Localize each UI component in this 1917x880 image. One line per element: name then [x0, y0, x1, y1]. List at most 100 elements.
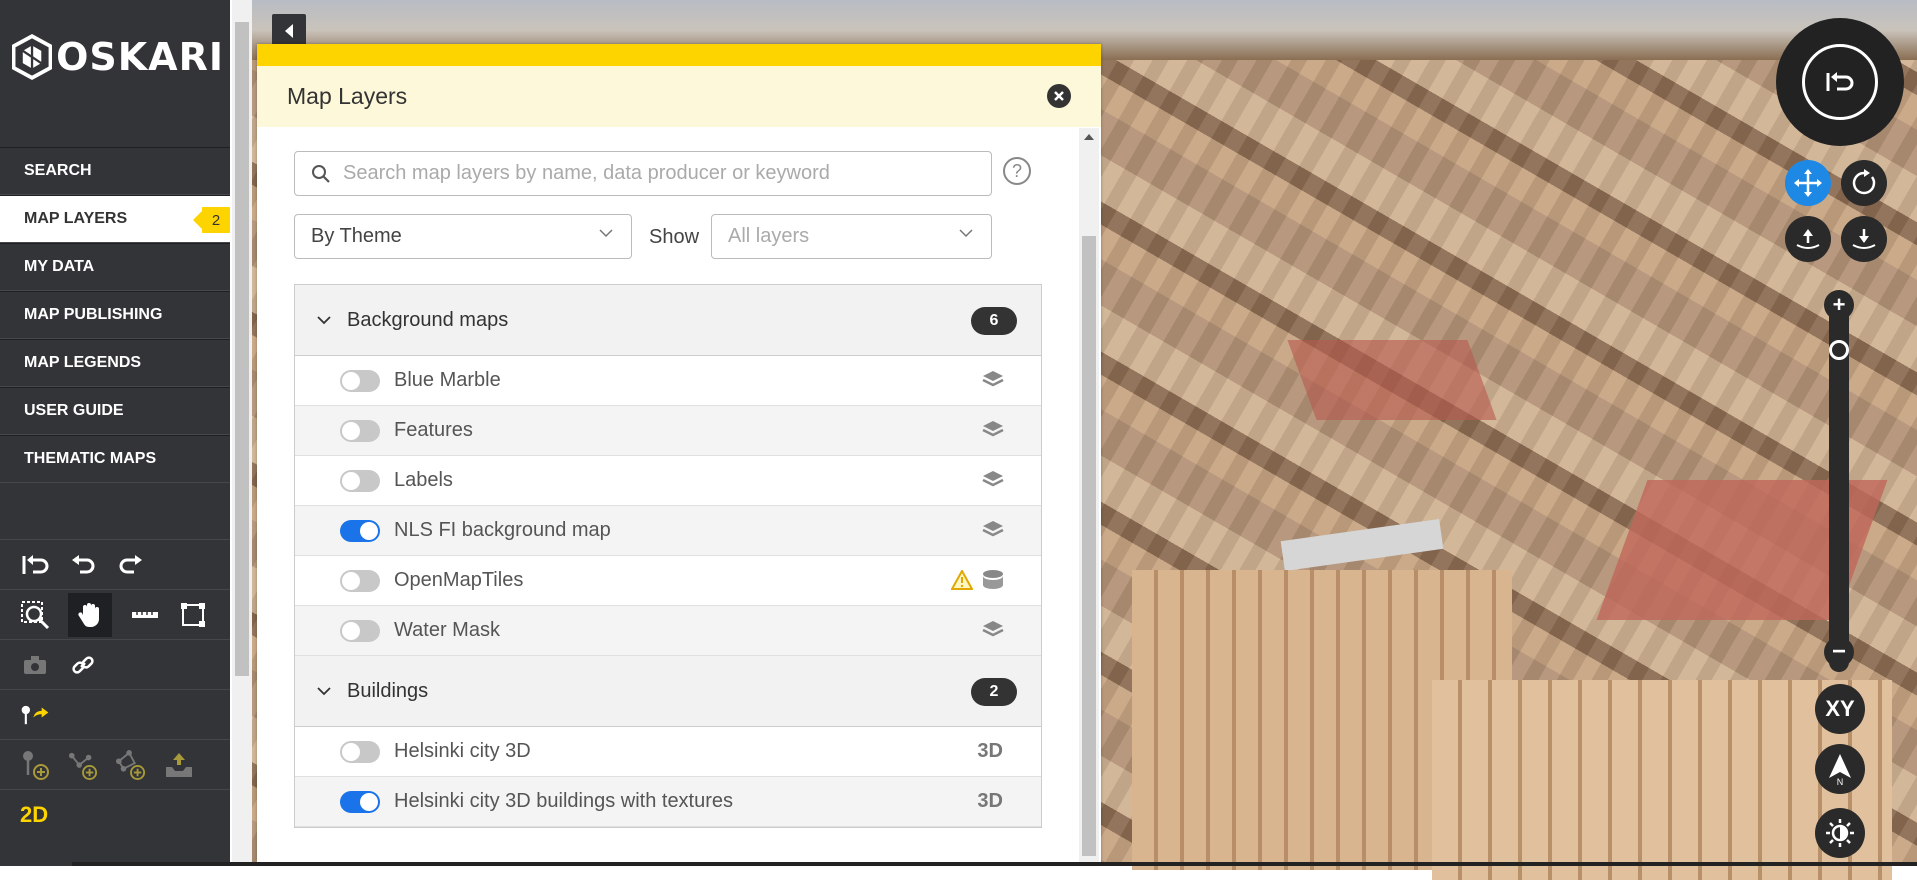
- tool-row-share: [0, 639, 230, 689]
- menu-item-map-publishing[interactable]: MAP PUBLISHING: [0, 291, 230, 339]
- menu-item-label: THEMATIC MAPS: [24, 450, 157, 467]
- rotate-mode-button[interactable]: [1841, 160, 1887, 206]
- bottom-border: [72, 862, 1917, 866]
- zoom-in-button[interactable]: +: [1824, 290, 1854, 320]
- measure-area-icon[interactable]: [178, 600, 208, 630]
- layer-row: Features: [295, 406, 1041, 456]
- help-icon[interactable]: ?: [1003, 157, 1031, 185]
- layer-row: NLS FI background map: [295, 506, 1041, 556]
- layer-row: Helsinki city 3D buildings with textures…: [295, 777, 1041, 827]
- menu-item-user-guide[interactable]: USER GUIDE: [0, 387, 230, 435]
- layer-row: Blue Marble: [295, 356, 1041, 406]
- mode-2d-toggle[interactable]: 2D: [20, 802, 48, 828]
- database-icon[interactable]: [981, 569, 1005, 591]
- layer-toggle[interactable]: [340, 469, 380, 492]
- show-label: Show: [649, 226, 700, 248]
- close-button[interactable]: [1047, 84, 1071, 108]
- compass-ring[interactable]: [1802, 44, 1878, 120]
- menu-item-label: SEARCH: [24, 162, 92, 179]
- tool-row-navigation: [0, 589, 230, 639]
- layer-toggle[interactable]: [340, 619, 380, 642]
- layer-toggle[interactable]: [340, 569, 380, 592]
- layer-name: NLS FI background map: [394, 519, 611, 541]
- import-data-icon[interactable]: [164, 750, 194, 780]
- coordinate-tool-button[interactable]: XY: [1815, 684, 1865, 734]
- add-area-icon[interactable]: [116, 749, 146, 780]
- zoom-box-icon[interactable]: [20, 600, 50, 630]
- layer-name: Features: [394, 419, 473, 441]
- layer-toggle[interactable]: [340, 419, 380, 442]
- layer-group-count: 2: [971, 678, 1017, 706]
- layer-toggle[interactable]: [340, 790, 380, 813]
- tilt-down-button[interactable]: [1841, 216, 1887, 262]
- menu-item-thematic-maps[interactable]: THEMATIC MAPS: [0, 435, 230, 483]
- north-arrow-button[interactable]: N: [1815, 744, 1865, 794]
- page-scrollbar[interactable]: [232, 0, 252, 866]
- pan-hand-icon[interactable]: [68, 592, 112, 637]
- camera-icon[interactable]: [20, 650, 50, 680]
- layer-toggle[interactable]: [340, 369, 380, 392]
- layer-row: Water Mask: [295, 606, 1041, 656]
- scrollbar-thumb[interactable]: [235, 22, 249, 676]
- marker-share-icon[interactable]: [20, 700, 50, 730]
- layer-toggle[interactable]: [340, 519, 380, 542]
- layers-icon[interactable]: [981, 619, 1005, 641]
- menu-item-label: MAP LAYERS: [24, 210, 128, 227]
- add-line-icon[interactable]: [68, 750, 98, 780]
- layer-group-name: Buildings: [347, 679, 429, 702]
- layer-name: Water Mask: [394, 619, 500, 641]
- camera-compass-control[interactable]: [1776, 18, 1904, 146]
- menu-item-map-legends[interactable]: MAP LEGENDS: [0, 339, 230, 387]
- redo-icon[interactable]: [116, 550, 146, 580]
- menu-item-map-layers[interactable]: MAP LAYERS 2: [0, 195, 230, 243]
- layers-icon[interactable]: [981, 469, 1005, 491]
- layers-icon[interactable]: [981, 369, 1005, 391]
- layer-type-3d-label: 3D: [977, 790, 1003, 812]
- zoom-out-button[interactable]: −: [1824, 637, 1854, 667]
- measure-line-icon[interactable]: [130, 600, 160, 630]
- pan-mode-button[interactable]: [1785, 160, 1831, 206]
- time-of-day-button[interactable]: [1815, 808, 1865, 858]
- group-by-select[interactable]: By Theme: [294, 214, 632, 259]
- layer-search-box[interactable]: [294, 151, 992, 196]
- search-input[interactable]: [341, 161, 965, 186]
- map-rooftop: [1287, 340, 1497, 420]
- layer-group-header[interactable]: Buildings 2: [295, 656, 1041, 727]
- tool-row-drawing: [0, 739, 230, 789]
- rotate-icon: [1852, 169, 1876, 195]
- scrollbar-thumb[interactable]: [1082, 236, 1096, 856]
- reset-view-icon[interactable]: [20, 550, 50, 580]
- map-layers-flyout: Map Layers ? By Theme Show All layers Ba…: [257, 44, 1101, 864]
- xy-label: XY: [1825, 696, 1855, 721]
- menu-item-my-data[interactable]: MY DATA: [0, 243, 230, 291]
- close-icon: [1054, 91, 1064, 101]
- oskari-logo: OSKARI: [12, 26, 224, 88]
- scroll-up-arrow-icon[interactable]: [1084, 134, 1094, 140]
- menu-item-search[interactable]: SEARCH: [0, 147, 230, 195]
- menu-item-label: MAP PUBLISHING: [24, 306, 163, 323]
- link-icon[interactable]: [68, 650, 98, 680]
- add-point-icon[interactable]: [20, 750, 50, 780]
- logo-text: OSKARI: [56, 35, 224, 79]
- layer-group-header[interactable]: Background maps 6: [295, 285, 1041, 356]
- chevron-down-icon: [317, 687, 331, 696]
- warning-icon[interactable]: [951, 570, 973, 590]
- tilt-up-button[interactable]: [1785, 216, 1831, 262]
- layer-group-name: Background maps: [347, 308, 509, 331]
- layer-name: Labels: [394, 469, 453, 491]
- show-layers-select[interactable]: All layers: [711, 214, 992, 259]
- layer-toggle[interactable]: [340, 740, 380, 763]
- layers-icon[interactable]: [981, 519, 1005, 541]
- layer-row: OpenMapTiles: [295, 556, 1041, 606]
- map-toolbar: 2D: [0, 539, 230, 839]
- flyout-scrollbar[interactable]: [1079, 128, 1099, 864]
- main-menu: SEARCH MAP LAYERS 2 MY DATA MAP PUBLISHI…: [0, 147, 230, 483]
- flyout-drag-bar[interactable]: [257, 44, 1101, 66]
- layers-icon[interactable]: [981, 419, 1005, 441]
- layer-name: Helsinki city 3D: [394, 740, 531, 762]
- menu-item-label: MAP LEGENDS: [24, 354, 142, 371]
- zoom-slider-handle[interactable]: [1829, 340, 1849, 360]
- chevron-down-icon: [317, 316, 331, 325]
- undo-icon[interactable]: [68, 550, 98, 580]
- collapse-flyout-button[interactable]: [272, 14, 306, 48]
